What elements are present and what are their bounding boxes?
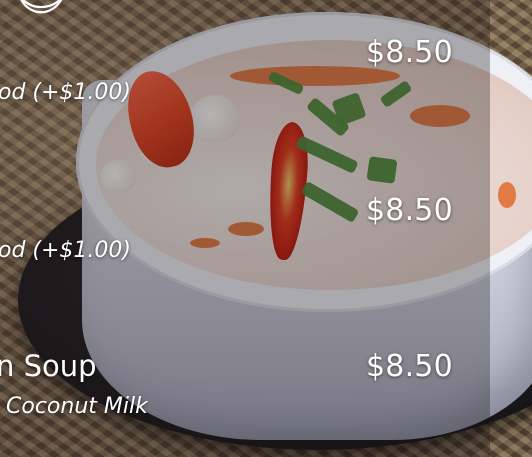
add-on-price-label: od (+$1.00): [0, 80, 131, 105]
item-description: Coconut Milk: [6, 394, 148, 419]
item-price: $8.50: [366, 349, 453, 384]
item-price: $8.50: [366, 193, 453, 228]
item-name: n Soup: [0, 349, 97, 383]
chili-oil: [498, 182, 516, 208]
item-price: $8.50: [366, 35, 453, 70]
add-on-price-label: od (+$1.00): [0, 238, 131, 263]
moon-icon: [20, 0, 63, 14]
